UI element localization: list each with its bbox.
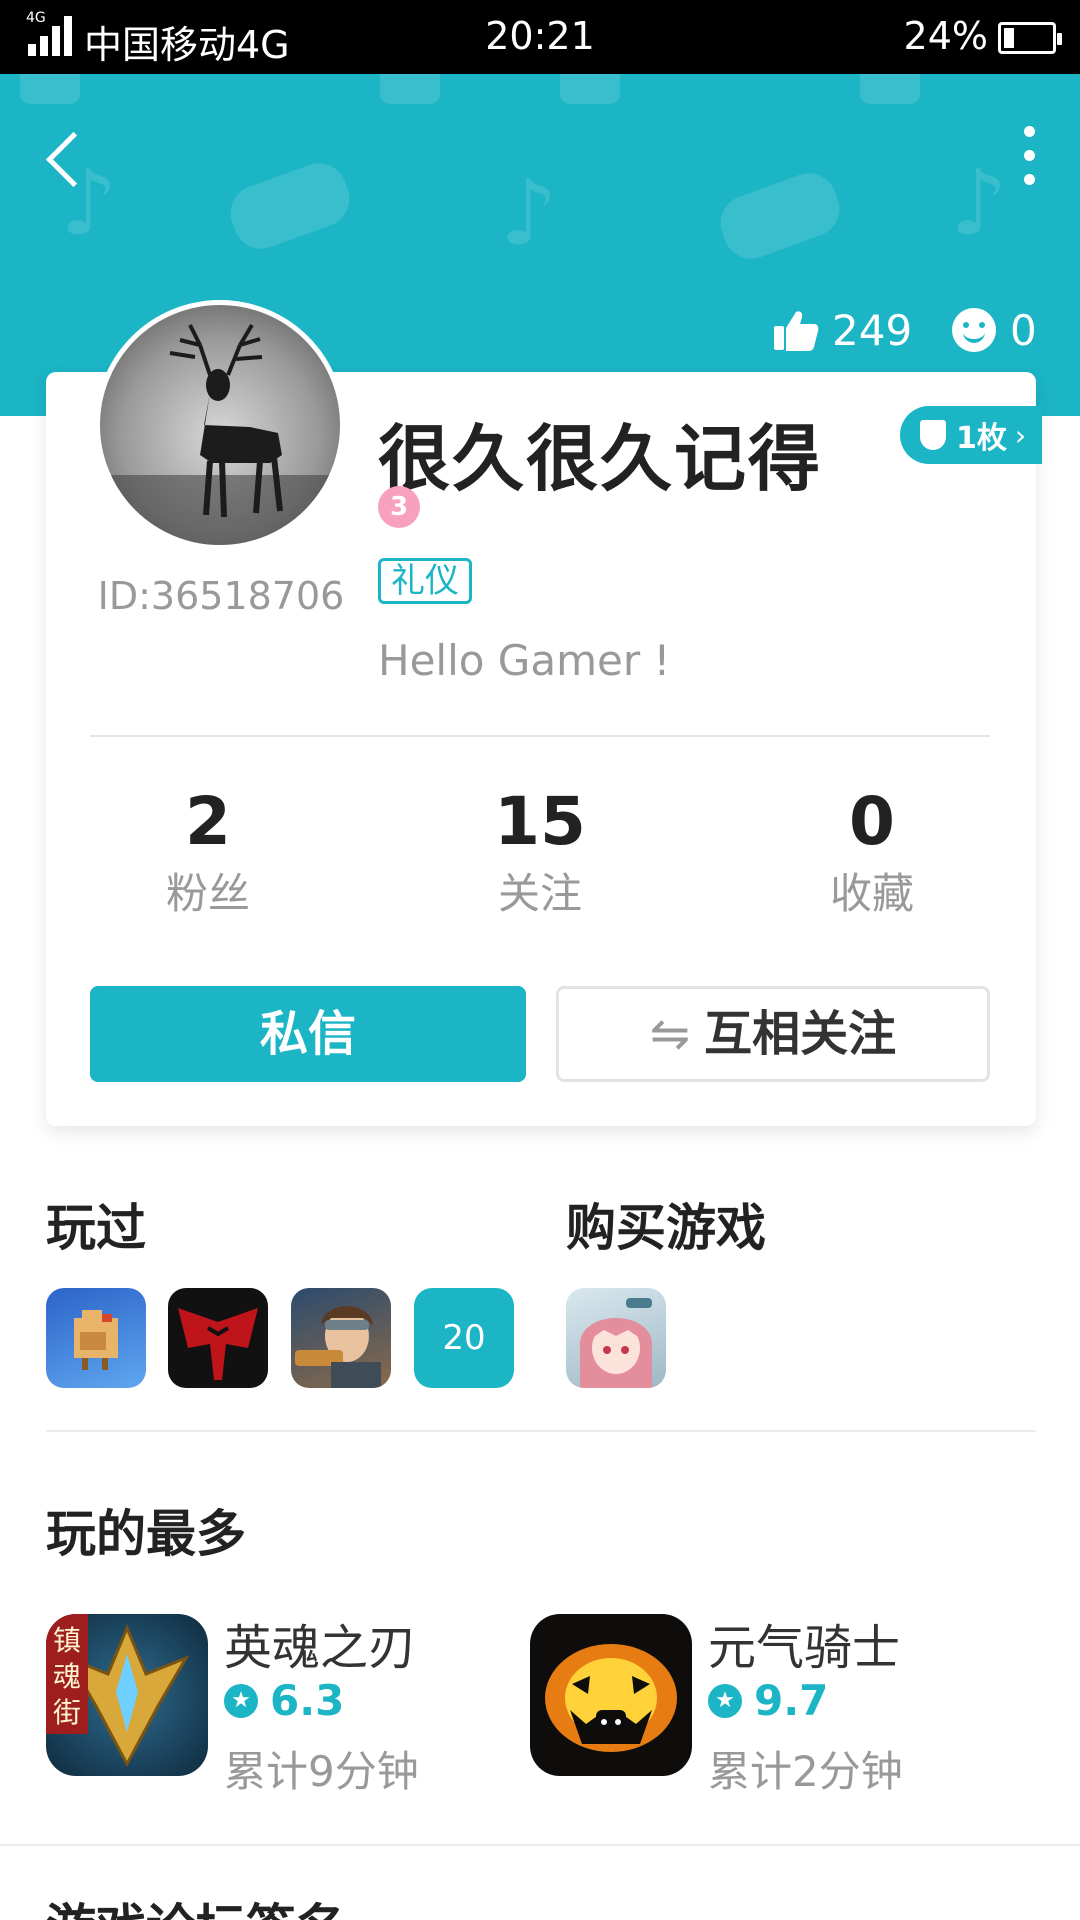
most-played-title: 玩的最多 [46,1505,246,1563]
most-played-game-time: 累计2分钟 [708,1747,903,1796]
anime-girl-icon [579,1298,653,1388]
icon-text: 镇 [53,1624,81,1657]
played-more-count[interactable]: 20 [414,1288,514,1388]
swap-arrows-icon: ⇋ [649,1006,691,1062]
forum-signature-title: 游戏论坛签名 [46,1888,346,1920]
pumpkin-icon [545,1644,677,1752]
deer-silhouette-icon [100,323,340,545]
svg-text:街: 街 [53,1696,81,1729]
svg-text:♪: ♪ [950,151,1007,256]
golden-sword-emblem-icon: 镇 魂 街 [46,1614,190,1768]
message-button[interactable]: 私信 [90,986,526,1082]
stat-label: 粉丝 [165,869,250,918]
stat-value: 15 [494,783,586,860]
svg-text:魂: 魂 [53,1660,81,1693]
stat-label: 收藏 [829,869,914,918]
most-played-game-rating: ★ 9.7 [708,1676,828,1725]
medal-count: 1枚 [956,421,1007,456]
most-played-game-rating: ★ 6.3 [224,1676,344,1725]
user-id: ID:36518706 [97,574,345,618]
purchased-game-icon[interactable] [566,1288,666,1388]
stat-following[interactable]: 15 关注 [420,780,660,924]
likes-counter[interactable]: 249 [772,300,912,360]
battery-percent: 24% [903,14,988,58]
shield-icon [920,420,946,450]
red-mask-icon [178,1308,258,1380]
mutual-follow-button[interactable]: ⇋ 互相关注 [556,986,990,1082]
smiles-counter[interactable]: 0 [952,300,1037,360]
thumbs-up-icon [774,311,819,351]
star-icon: ★ [708,1683,742,1718]
svg-text:♪: ♪ [500,161,557,266]
soldier-portrait-icon [295,1306,381,1388]
more-options-button[interactable] [1014,126,1044,190]
likes-count: 249 [832,305,913,355]
section-divider [0,1844,1080,1846]
played-game-icon[interactable] [168,1288,268,1388]
status-bar: 4G 中国移动4G 20:21 24% [0,0,1080,74]
back-button[interactable] [34,118,94,198]
stat-value: 2 [185,783,231,860]
most-played-game-icon[interactable] [530,1614,692,1776]
most-played-game-icon[interactable]: 镇 魂 街 [46,1614,208,1776]
played-game-icon[interactable] [46,1288,146,1388]
section-divider [46,1430,1036,1432]
stat-value: 0 [849,783,895,860]
level-badge: 3 [378,486,420,528]
mutual-follow-label: 互相关注 [704,1006,897,1062]
chevron-right-icon: › [1014,418,1027,452]
stat-favorites[interactable]: 0 收藏 [752,780,992,924]
avatar[interactable] [95,300,345,550]
stat-followers[interactable]: 2 粉丝 [88,780,328,924]
star-icon: ★ [224,1683,258,1718]
card-divider [90,735,990,737]
smiley-icon [952,308,996,352]
stat-label: 关注 [497,869,582,918]
most-played-game-time: 累计9分钟 [224,1747,419,1796]
battery-icon [998,22,1062,54]
username: 很久很久记得 [378,417,823,501]
purchased-title: 购买游戏 [566,1199,766,1257]
played-game-icon[interactable] [291,1288,391,1388]
played-title: 玩过 [46,1199,146,1257]
most-played-game-name[interactable]: 英魂之刃 [224,1608,416,1678]
user-bio: Hello Gamer ! [378,636,671,685]
user-tag[interactable]: 礼仪 [378,558,472,604]
smiles-count: 0 [1010,305,1037,355]
chicken-pixel-icon [74,1310,118,1370]
medal-badge[interactable]: 1枚 › [900,406,1042,464]
most-played-game-name[interactable]: 元气骑士 [708,1608,900,1678]
